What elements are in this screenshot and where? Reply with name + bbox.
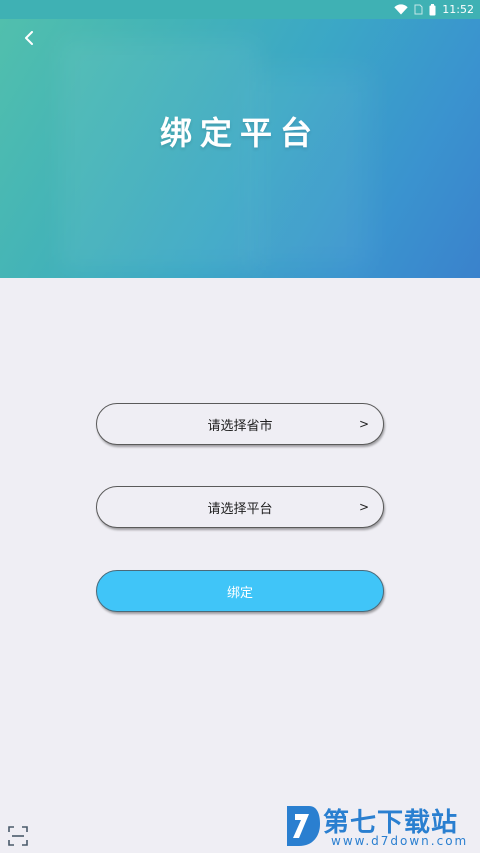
banner-decoration — [250, 70, 370, 270]
province-select-label: 请选择省市 — [207, 418, 273, 434]
bind-button-label: 绑定 — [226, 585, 253, 601]
battery-icon — [429, 3, 436, 15]
status-bar: 11:52 — [0, 0, 480, 19]
sim-icon — [414, 4, 423, 15]
platform-select[interactable]: 请选择平台 > — [96, 486, 384, 528]
back-button[interactable] — [18, 27, 40, 49]
watermark-url: www.d7down.com — [331, 834, 469, 848]
scan-icon[interactable] — [8, 826, 28, 846]
chevron-right-icon: > — [358, 500, 369, 514]
province-select[interactable]: 请选择省市 > — [96, 403, 384, 445]
chevron-left-icon — [25, 31, 33, 45]
page-title: 绑定平台 — [159, 114, 320, 152]
chevron-right-icon: > — [358, 417, 369, 431]
banner-decoration — [60, 40, 260, 270]
watermark: 第七下载站 www.d7down.com — [283, 800, 479, 853]
d7-logo-icon — [287, 806, 320, 846]
wifi-icon — [394, 4, 408, 15]
status-time: 11:52 — [442, 3, 474, 16]
platform-select-label: 请选择平台 — [207, 501, 273, 517]
bind-button[interactable]: 绑定 — [96, 570, 384, 612]
